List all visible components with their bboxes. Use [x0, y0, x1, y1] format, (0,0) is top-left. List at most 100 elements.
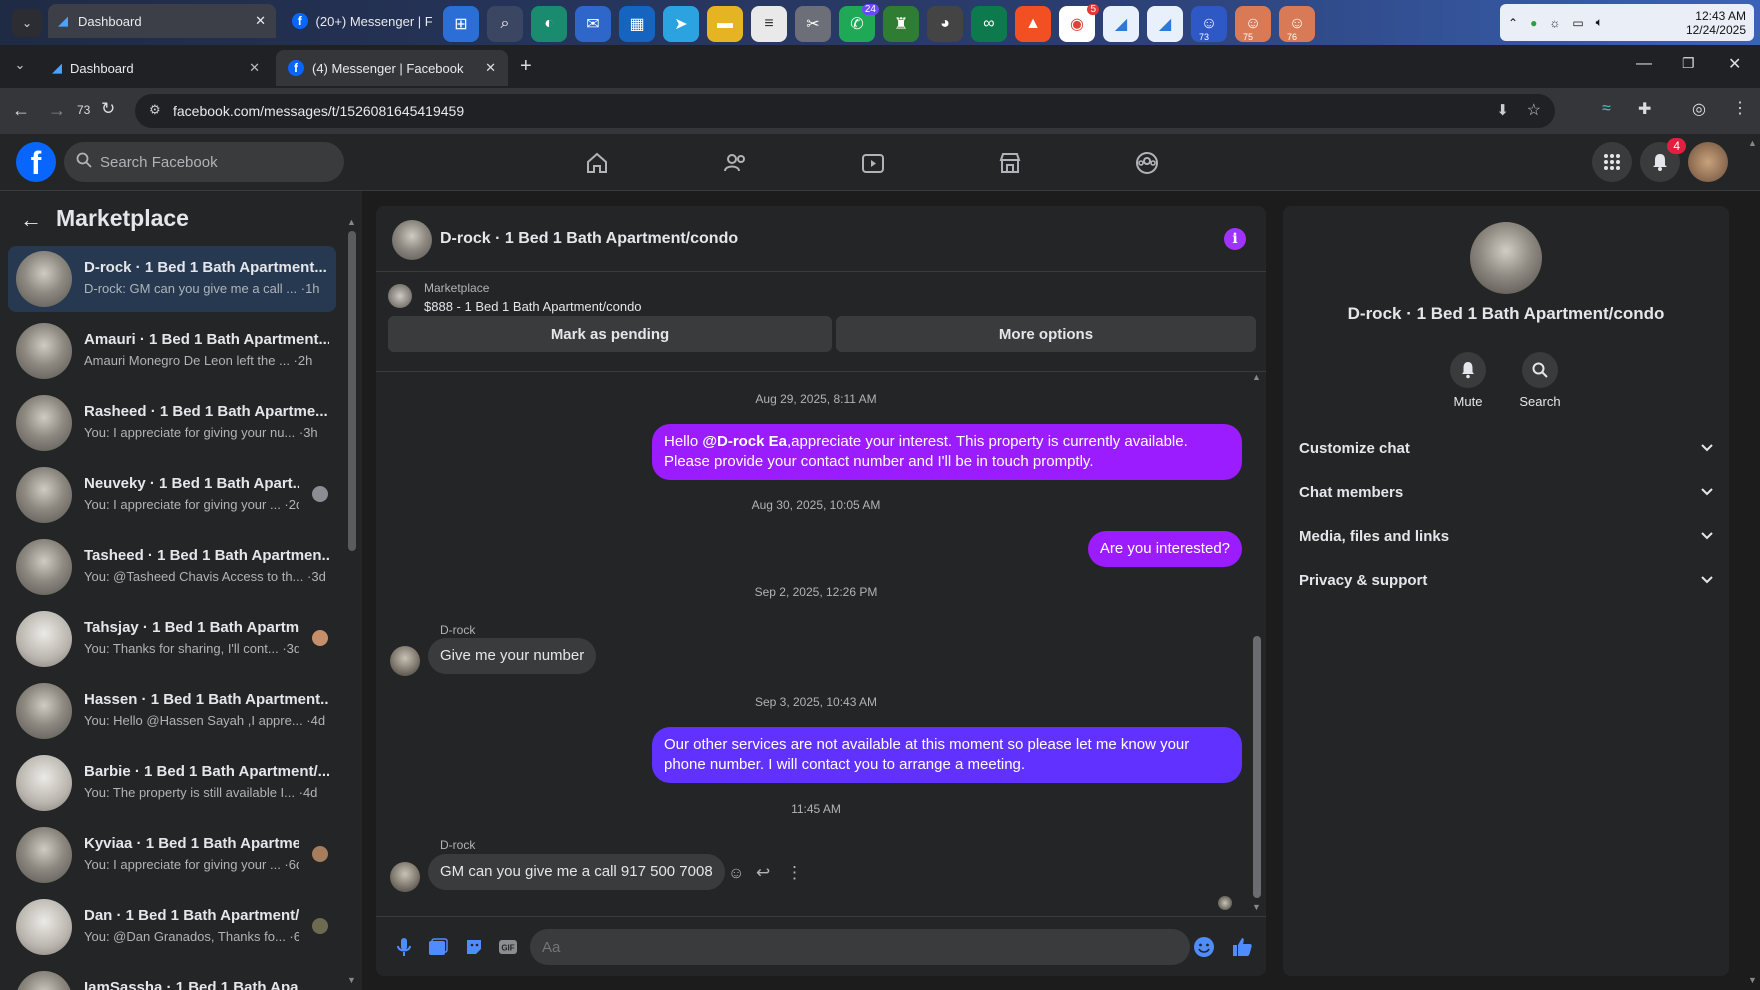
outgoing-message[interactable]: Our other services are not available at …: [652, 727, 1242, 783]
listing-thumbnail[interactable]: [388, 284, 412, 308]
message-input[interactable]: [530, 929, 1190, 965]
chevron-up-icon[interactable]: ⌃: [1508, 16, 1518, 30]
reload-button[interactable]: ↻: [101, 99, 115, 119]
chat-avatar[interactable]: [392, 220, 432, 260]
page-scroll-up[interactable]: ▲: [1748, 138, 1757, 148]
reply-icon[interactable]: ↩: [756, 863, 770, 883]
tab-search-button[interactable]: ⌄: [8, 53, 32, 77]
profile-icon[interactable]: ◎: [1692, 99, 1706, 119]
conversation-item[interactable]: Neuveky · 1 Bed 1 Bath Apart... You: I a…: [8, 462, 336, 528]
scroll-down-arrow[interactable]: ▼: [1252, 902, 1261, 912]
extensions-puzzle-icon[interactable]: ✚: [1638, 99, 1651, 119]
more-message-options-icon[interactable]: ⋮: [786, 863, 803, 883]
display-icon[interactable]: ▭: [1572, 16, 1583, 30]
search-input[interactable]: Search Facebook: [64, 142, 344, 182]
media-files-links-row[interactable]: Media, files and links: [1299, 516, 1713, 556]
extension-icon[interactable]: ≈: [1602, 100, 1611, 118]
brave-icon[interactable]: ▲: [1015, 6, 1051, 42]
paint-icon[interactable]: ◕: [927, 6, 963, 42]
menu-grid-icon[interactable]: [1592, 142, 1632, 182]
gif-icon[interactable]: GIF: [496, 935, 520, 959]
groups-nav-icon[interactable]: [1130, 146, 1164, 180]
conversation-item[interactable]: Tahsjay · 1 Bed 1 Bath Apartm... You: Th…: [8, 606, 336, 672]
chat-title[interactable]: D-rock · 1 Bed 1 Bath Apartment/condo: [440, 230, 738, 248]
store-icon[interactable]: ▦: [619, 6, 655, 42]
page-scroll-down[interactable]: ▼: [1748, 975, 1757, 985]
mention[interactable]: @D-rock Ea: [702, 433, 787, 450]
browser-menu-icon[interactable]: ⋮: [1732, 98, 1748, 118]
infinity-icon[interactable]: ∞: [971, 6, 1007, 42]
azure-app-2-icon[interactable]: ◢: [1147, 6, 1183, 42]
contact-avatar[interactable]: [1470, 222, 1542, 294]
conversation-item[interactable]: Hassen · 1 Bed 1 Bath Apartment... You: …: [8, 678, 336, 744]
conversation-item[interactable]: Amauri · 1 Bed 1 Bath Apartment... Amaur…: [8, 318, 336, 384]
app-lock-icon[interactable]: ♜: [883, 6, 919, 42]
photo-icon[interactable]: [426, 935, 450, 959]
listing-title[interactable]: $888 - 1 Bed 1 Bath Apartment/condo: [424, 299, 642, 314]
edge-icon[interactable]: ◐: [531, 6, 567, 42]
notepad-icon[interactable]: ≡: [751, 6, 787, 42]
sticker-icon[interactable]: [462, 935, 486, 959]
conversation-item[interactable]: Rasheed · 1 Bed 1 Bath Apartme... You: I…: [8, 390, 336, 456]
microphone-icon[interactable]: [392, 935, 416, 959]
security-icon[interactable]: ●: [1530, 16, 1537, 30]
site-info-icon[interactable]: ⚙: [149, 102, 161, 118]
forward-button[interactable]: →: [48, 100, 66, 121]
browser-tab-messenger[interactable]: f (4) Messenger | Facebook ✕: [276, 50, 508, 86]
info-icon[interactable]: i: [1224, 228, 1246, 250]
windows-start-icon[interactable]: ⊞: [443, 6, 479, 42]
mark-pending-button[interactable]: Mark as pending: [388, 316, 832, 352]
account-avatar[interactable]: [1688, 142, 1728, 182]
clock[interactable]: 12:43 AM 12/24/2025: [1686, 9, 1746, 37]
close-window-button[interactable]: ✕: [1728, 54, 1741, 74]
marketplace-nav-icon[interactable]: [993, 146, 1027, 180]
outlook-icon[interactable]: ✉: [575, 6, 611, 42]
telegram-icon[interactable]: ➤: [663, 6, 699, 42]
incoming-message[interactable]: Give me your number: [428, 638, 597, 674]
scroll-up-arrow[interactable]: ▲: [1252, 372, 1261, 382]
new-tab-button[interactable]: +: [520, 55, 532, 78]
conversation-item[interactable]: IamSassha · 1 Bed 1 Bath Apar...: [8, 966, 336, 990]
conversation-item[interactable]: D-rock · 1 Bed 1 Bath Apartment... D-roc…: [8, 246, 336, 312]
conversation-item[interactable]: Dan · 1 Bed 1 Bath Apartment/... You: @D…: [8, 894, 336, 960]
install-icon[interactable]: ⬇: [1496, 101, 1509, 119]
profile-app-icon[interactable]: ☺ 73: [1191, 6, 1227, 42]
close-icon[interactable]: ✕: [249, 60, 260, 76]
scroll-up-arrow[interactable]: ▲: [347, 217, 356, 227]
privacy-support-row[interactable]: Privacy & support: [1299, 560, 1713, 600]
contact-name[interactable]: D-rock · 1 Bed 1 Bath Apartment/condo: [1283, 304, 1729, 324]
like-thumb-icon[interactable]: [1230, 935, 1254, 959]
emoji-icon[interactable]: [1192, 935, 1216, 959]
customize-chat-row[interactable]: Customize chat: [1299, 428, 1713, 468]
profile-app-2-icon[interactable]: ☺ 75: [1235, 6, 1271, 42]
friends-nav-icon[interactable]: [718, 146, 752, 180]
azure-app-icon[interactable]: ◢: [1103, 6, 1139, 42]
conversation-item[interactable]: Kyviaa · 1 Bed 1 Bath Apartme... You: I …: [8, 822, 336, 888]
outgoing-message[interactable]: Are you interested?: [1087, 531, 1242, 567]
chrome-icon[interactable]: ◉ 5: [1059, 4, 1099, 42]
react-emoji-icon[interactable]: ☺: [728, 865, 744, 883]
folder-icon[interactable]: ▬: [707, 6, 743, 42]
sender-avatar[interactable]: [390, 646, 420, 676]
search-in-chat-button[interactable]: Search: [1510, 352, 1570, 409]
facebook-logo-icon[interactable]: f: [16, 142, 56, 182]
more-options-button[interactable]: More options: [836, 316, 1256, 352]
minimize-button[interactable]: —: [1636, 55, 1652, 73]
volume-icon[interactable]: 🔈︎: [1596, 15, 1603, 30]
incoming-message[interactable]: GM can you give me a call 917 500 7008: [428, 854, 725, 890]
tab-list-button[interactable]: ⌄: [12, 9, 42, 37]
os-tab-dashboard[interactable]: ◢ Dashboard ✕: [48, 4, 276, 38]
tools-icon[interactable]: ✂: [795, 6, 831, 42]
sender-avatar[interactable]: [390, 862, 420, 892]
chat-members-row[interactable]: Chat members: [1299, 472, 1713, 512]
back-button[interactable]: ←: [12, 100, 30, 121]
notifications-bell-icon[interactable]: 4: [1640, 138, 1686, 182]
outgoing-message[interactable]: Hello @D-rock Ea,appreciate your interes…: [652, 424, 1242, 480]
close-icon[interactable]: ✕: [255, 13, 266, 29]
bookmark-star-icon[interactable]: ☆: [1527, 100, 1541, 120]
browser-tab-dashboard[interactable]: ◢ Dashboard ✕: [40, 50, 272, 86]
conversation-item[interactable]: Tasheed · 1 Bed 1 Bath Apartmen... You: …: [8, 534, 336, 600]
conversation-item[interactable]: Barbie · 1 Bed 1 Bath Apartment/... You:…: [8, 750, 336, 816]
close-icon[interactable]: ✕: [485, 60, 496, 76]
scroll-down-arrow[interactable]: ▼: [347, 975, 356, 985]
